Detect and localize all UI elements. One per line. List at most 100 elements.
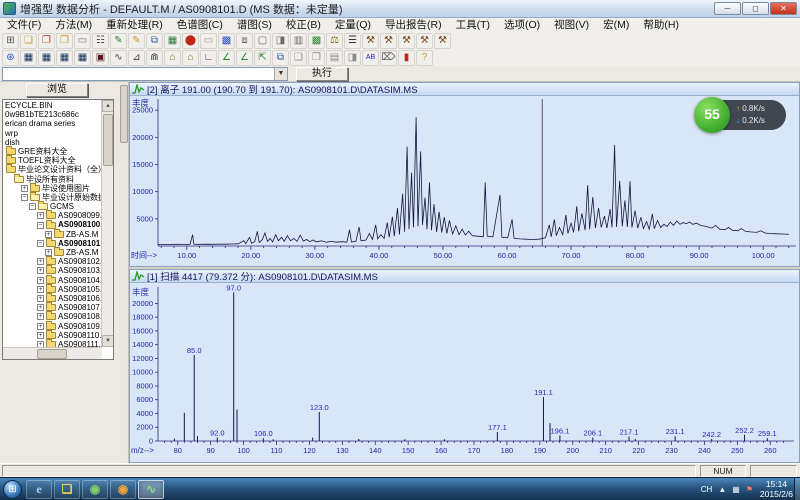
blank-window-icon[interactable]: ▢: [254, 32, 271, 49]
report2-icon[interactable]: ◨: [344, 49, 361, 66]
menu-校正B[interactable]: 校正(B): [279, 18, 328, 32]
scroll-down-icon[interactable]: ▼: [102, 335, 113, 347]
tree-item-毕业设计原始数据[interactable]: − 毕业设计原始数据: [3, 191, 106, 202]
library-icon[interactable]: ⌂: [164, 49, 181, 66]
load-method-icon[interactable]: ❒: [56, 32, 73, 49]
red-tool-icon[interactable]: ▮: [398, 49, 415, 66]
expand-icon[interactable]: +: [45, 230, 52, 238]
expand-icon[interactable]: +: [37, 276, 44, 284]
menu-色谱图C[interactable]: 色谱图(C): [170, 18, 230, 32]
tic-view-icon[interactable]: ▦: [20, 49, 37, 66]
list-icon[interactable]: ☰: [344, 32, 361, 49]
expand-icon[interactable]: +: [37, 285, 44, 293]
combo-dropdown-icon[interactable]: ▼: [274, 68, 287, 80]
expand-icon[interactable]: +: [45, 249, 52, 257]
tree-item-AS0908103.D[interactable]: + AS0908103.D: [3, 265, 108, 275]
hammer-3-icon[interactable]: ⚒: [398, 32, 415, 49]
minimize-button[interactable]: ─: [714, 2, 741, 15]
collapse-icon[interactable]: −: [29, 203, 36, 211]
collapse-icon[interactable]: −: [21, 193, 28, 201]
menu-视图V[interactable]: 视图(V): [547, 18, 596, 32]
sign-green-icon[interactable]: ✎: [110, 32, 127, 49]
globe-icon[interactable]: ⊛: [2, 49, 19, 66]
picture-icon[interactable]: ▦: [164, 32, 181, 49]
tree-item-dish[interactable]: dish: [3, 138, 101, 147]
tree-item-ZB-AS.M[interactable]: + ZB-AS.M: [3, 228, 101, 239]
orange-app-icon[interactable]: ◉: [110, 479, 136, 499]
menu-选项O[interactable]: 选项(O): [497, 18, 547, 32]
hammer-5-icon[interactable]: ⚒: [434, 32, 451, 49]
curve-up-icon[interactable]: ⇱: [254, 49, 271, 66]
menu-方法M[interactable]: 方法(M): [48, 18, 99, 32]
expand-icon[interactable]: +: [37, 295, 44, 303]
snapshot-icon[interactable]: ▭: [74, 32, 91, 49]
print-icon[interactable]: ☷: [92, 32, 109, 49]
tree-item-ZB-AS.M[interactable]: + ZB-AS.M: [3, 247, 101, 257]
tree-vertical-scrollbar[interactable]: ▲ ▼: [101, 100, 113, 347]
open-data-icon[interactable]: ❏: [20, 32, 37, 49]
language-indicator[interactable]: CH: [701, 485, 713, 494]
speed-ball-widget[interactable]: ↑ 0.8K/s ↓ 0.2K/s 55: [694, 97, 794, 135]
tree-item-TOEFL资料大全[interactable]: TOEFL资料大全: [3, 155, 101, 165]
spectrum-header[interactable]: [1] 扫描 4417 (79.372 分): AS0908101.D\DATA…: [130, 270, 799, 283]
stacked-view-icon[interactable]: ▦: [74, 49, 91, 66]
hammer-1-icon[interactable]: ⚒: [362, 32, 379, 49]
save-data-icon[interactable]: ❐: [38, 32, 55, 49]
chart-scroll-thumb[interactable]: [120, 85, 128, 143]
close-button[interactable]: ✕: [770, 2, 797, 15]
tree-item-AS0908099.D[interactable]: + AS0908099.D: [3, 210, 108, 220]
library2-icon[interactable]: ⌂: [182, 49, 199, 66]
baseline-corner-icon[interactable]: ∟: [200, 49, 217, 66]
peak-icon[interactable]: ⊿: [128, 49, 145, 66]
stop-icon[interactable]: ⬤: [182, 32, 199, 49]
tree-scroll-thumb[interactable]: [103, 114, 113, 166]
tree-item-GRE资料大全[interactable]: GRE资料大全: [3, 146, 101, 156]
expand-icon[interactable]: +: [37, 267, 44, 275]
chemstation-app-icon[interactable]: ∿: [138, 479, 164, 499]
hammer-4-icon[interactable]: ⚒: [416, 32, 433, 49]
expand-icon[interactable]: +: [37, 304, 44, 312]
spectrum-plot[interactable]: 0 2000 4000 6000 8000 10000 12000 14000 16000 180…: [130, 283, 799, 463]
baseline-icon[interactable]: ▭: [200, 32, 217, 49]
chart-vertical-scrollbar[interactable]: [119, 82, 129, 463]
tree-item-毕设所有资料[interactable]: 毕设所有资料: [3, 173, 101, 184]
tree-item-AS0908102.D[interactable]: + AS0908102.D: [3, 256, 108, 266]
collapse-icon[interactable]: −: [37, 221, 44, 229]
page-1-icon[interactable]: ❏: [290, 49, 307, 66]
copy-icon[interactable]: ⧉: [146, 32, 163, 49]
grid-window-icon[interactable]: ▥: [290, 32, 307, 49]
green-plot-icon[interactable]: ▩: [308, 32, 325, 49]
show-desktop-button[interactable]: [794, 478, 800, 500]
copy-pages-icon[interactable]: ⧉: [272, 49, 289, 66]
split-window-icon[interactable]: ◨: [272, 32, 289, 49]
start-button[interactable]: ⊞: [3, 479, 22, 499]
tree-item-AS0908109.D[interactable]: + AS0908109.D: [3, 320, 108, 331]
ie-icon[interactable]: e: [26, 479, 52, 499]
file-tree[interactable]: ECYCLE.BIN 0w9B1bTE213c686c erican drama s…: [2, 99, 114, 360]
chromatogram-header[interactable]: [2] 离子 191.00 (190.70 到 191.70): AS09081…: [130, 83, 799, 96]
overlay-icon[interactable]: ⧈: [236, 32, 253, 49]
menu-重新处理R[interactable]: 重新处理(R): [99, 18, 170, 32]
tree-item-AS0908106.D[interactable]: + AS0908106.D: [3, 293, 108, 303]
expand-icon[interactable]: +: [37, 313, 44, 321]
window-icon[interactable]: ⊞: [2, 32, 19, 49]
tree-item-erican drama series[interactable]: erican drama series: [3, 119, 101, 128]
tray-icon-2[interactable]: ⚑: [746, 485, 753, 494]
menu-定量Q[interactable]: 定量(Q): [328, 18, 378, 32]
browse-button[interactable]: 浏览: [26, 83, 88, 97]
menu-宏M[interactable]: 宏(M): [596, 18, 636, 32]
menu-谱图S[interactable]: 谱图(S): [230, 18, 279, 32]
tray-icon-0[interactable]: ▲: [718, 485, 726, 494]
tree-item-AS0908101.D[interactable]: − AS0908101.D: [3, 237, 108, 248]
hammer-2-icon[interactable]: ⚒: [380, 32, 397, 49]
expand-icon[interactable]: +: [37, 258, 44, 266]
help-icon[interactable]: ?: [416, 49, 433, 66]
scroll-up-icon[interactable]: ▲: [102, 100, 113, 112]
menu-导出报告R[interactable]: 导出报告(R): [378, 18, 449, 32]
expand-icon[interactable]: +: [37, 331, 44, 339]
menu-文件F[interactable]: 文件(F): [0, 18, 48, 32]
tree-item-毕设使用图片[interactable]: + 毕设使用图片: [3, 182, 101, 193]
tree-item-AS0908105.D[interactable]: + AS0908105.D: [3, 283, 108, 294]
explorer-folder-icon[interactable]: ❏: [54, 479, 80, 499]
tree-horizontal-scrollbar[interactable]: [3, 347, 102, 359]
